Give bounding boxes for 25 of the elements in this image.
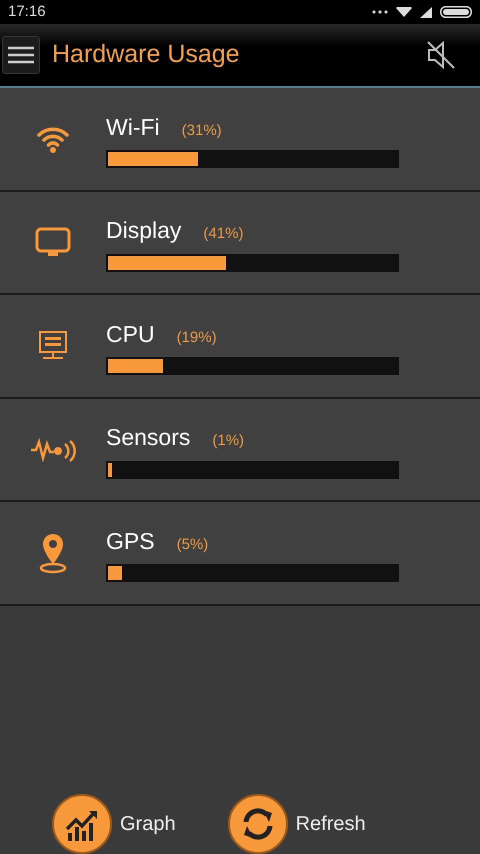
usage-percent: (41%) [203,224,244,244]
sensor-wave-icon [30,436,76,462]
hardware-name: CPU [106,320,155,348]
cell-signal-icon [420,6,432,18]
hardware-name: GPS [106,526,155,556]
hardware-name: Wi-Fi [106,112,160,142]
usage-percent: (19%) [176,328,217,348]
usage-percent: (5%) [176,534,208,554]
monitor-icon [35,227,71,258]
battery-icon [440,6,472,18]
usage-percent: (31%) [182,120,222,140]
location-pin-icon [38,532,68,574]
wifi-signal-icon [396,7,412,17]
action-label[interactable]: Refresh [296,809,366,839]
status-time: 17:16 [8,2,46,22]
hardware-name: Sensors [106,423,190,452]
action-label[interactable]: Graph [120,809,176,839]
app-title: Hardware Usage [52,39,240,70]
mute-icon[interactable] [426,40,456,70]
computer-icon [37,330,69,362]
usage-percent: (1%) [212,431,244,451]
menu-button[interactable] [2,36,40,74]
hardware-name: Display [106,216,182,245]
menu-icon [8,46,34,64]
more-dots-icon [372,10,388,14]
